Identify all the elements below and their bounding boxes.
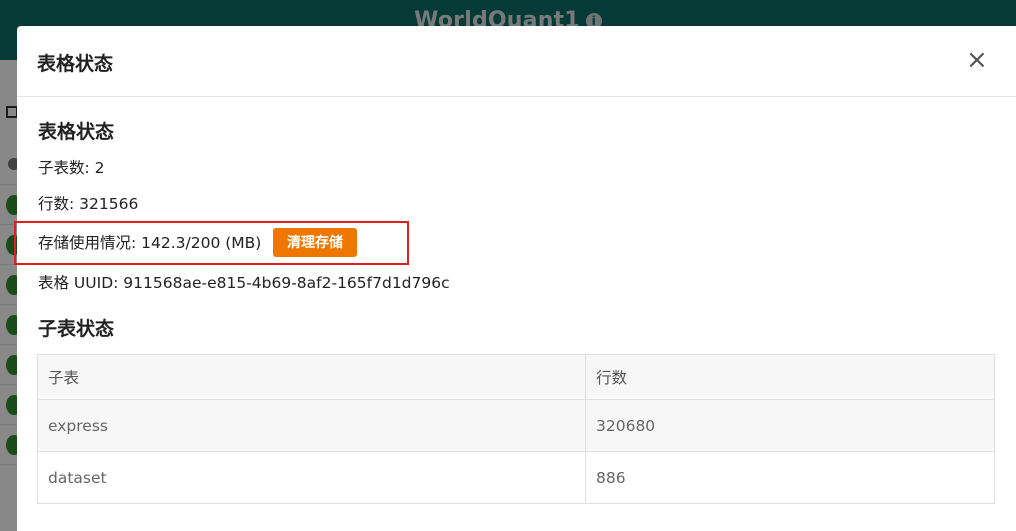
- column-header-rows: 行数: [585, 354, 995, 400]
- clean-storage-button[interactable]: 清理存储: [273, 228, 357, 257]
- table-row: express 320680: [37, 399, 995, 452]
- subtable-name-cell: express: [37, 399, 586, 452]
- table-uuid: 表格 UUID: 911568ae-e815-4b69-8af2-165f7d1…: [38, 274, 450, 292]
- storage-usage: 存储使用情况: 142.3/200 (MB): [38, 234, 262, 252]
- modal-title: 表格状态: [37, 53, 114, 75]
- close-icon[interactable]: ×: [966, 46, 988, 74]
- table-header-row: 子表 行数: [37, 354, 995, 400]
- subtable-name-cell: dataset: [37, 451, 586, 504]
- table-status-modal: 表格状态 × 表格状态 子表数: 2 行数: 321566 存储使用情况: 14…: [14, 26, 1016, 531]
- subtable-rows-cell: 886: [585, 451, 995, 504]
- table-row: dataset 886: [37, 451, 995, 504]
- modal-header: 表格状态 ×: [17, 26, 1016, 97]
- subtable-status-table: 子表 行数 express 320680 dataset 886: [37, 354, 995, 504]
- column-header-subtable: 子表: [37, 354, 586, 400]
- subtable-status-heading: 子表状态: [38, 318, 115, 340]
- subtable-rows-cell: 320680: [585, 399, 995, 452]
- subtable-count: 子表数: 2: [38, 159, 105, 177]
- table-status-heading: 表格状态: [38, 121, 115, 143]
- row-count: 行数: 321566: [38, 195, 139, 213]
